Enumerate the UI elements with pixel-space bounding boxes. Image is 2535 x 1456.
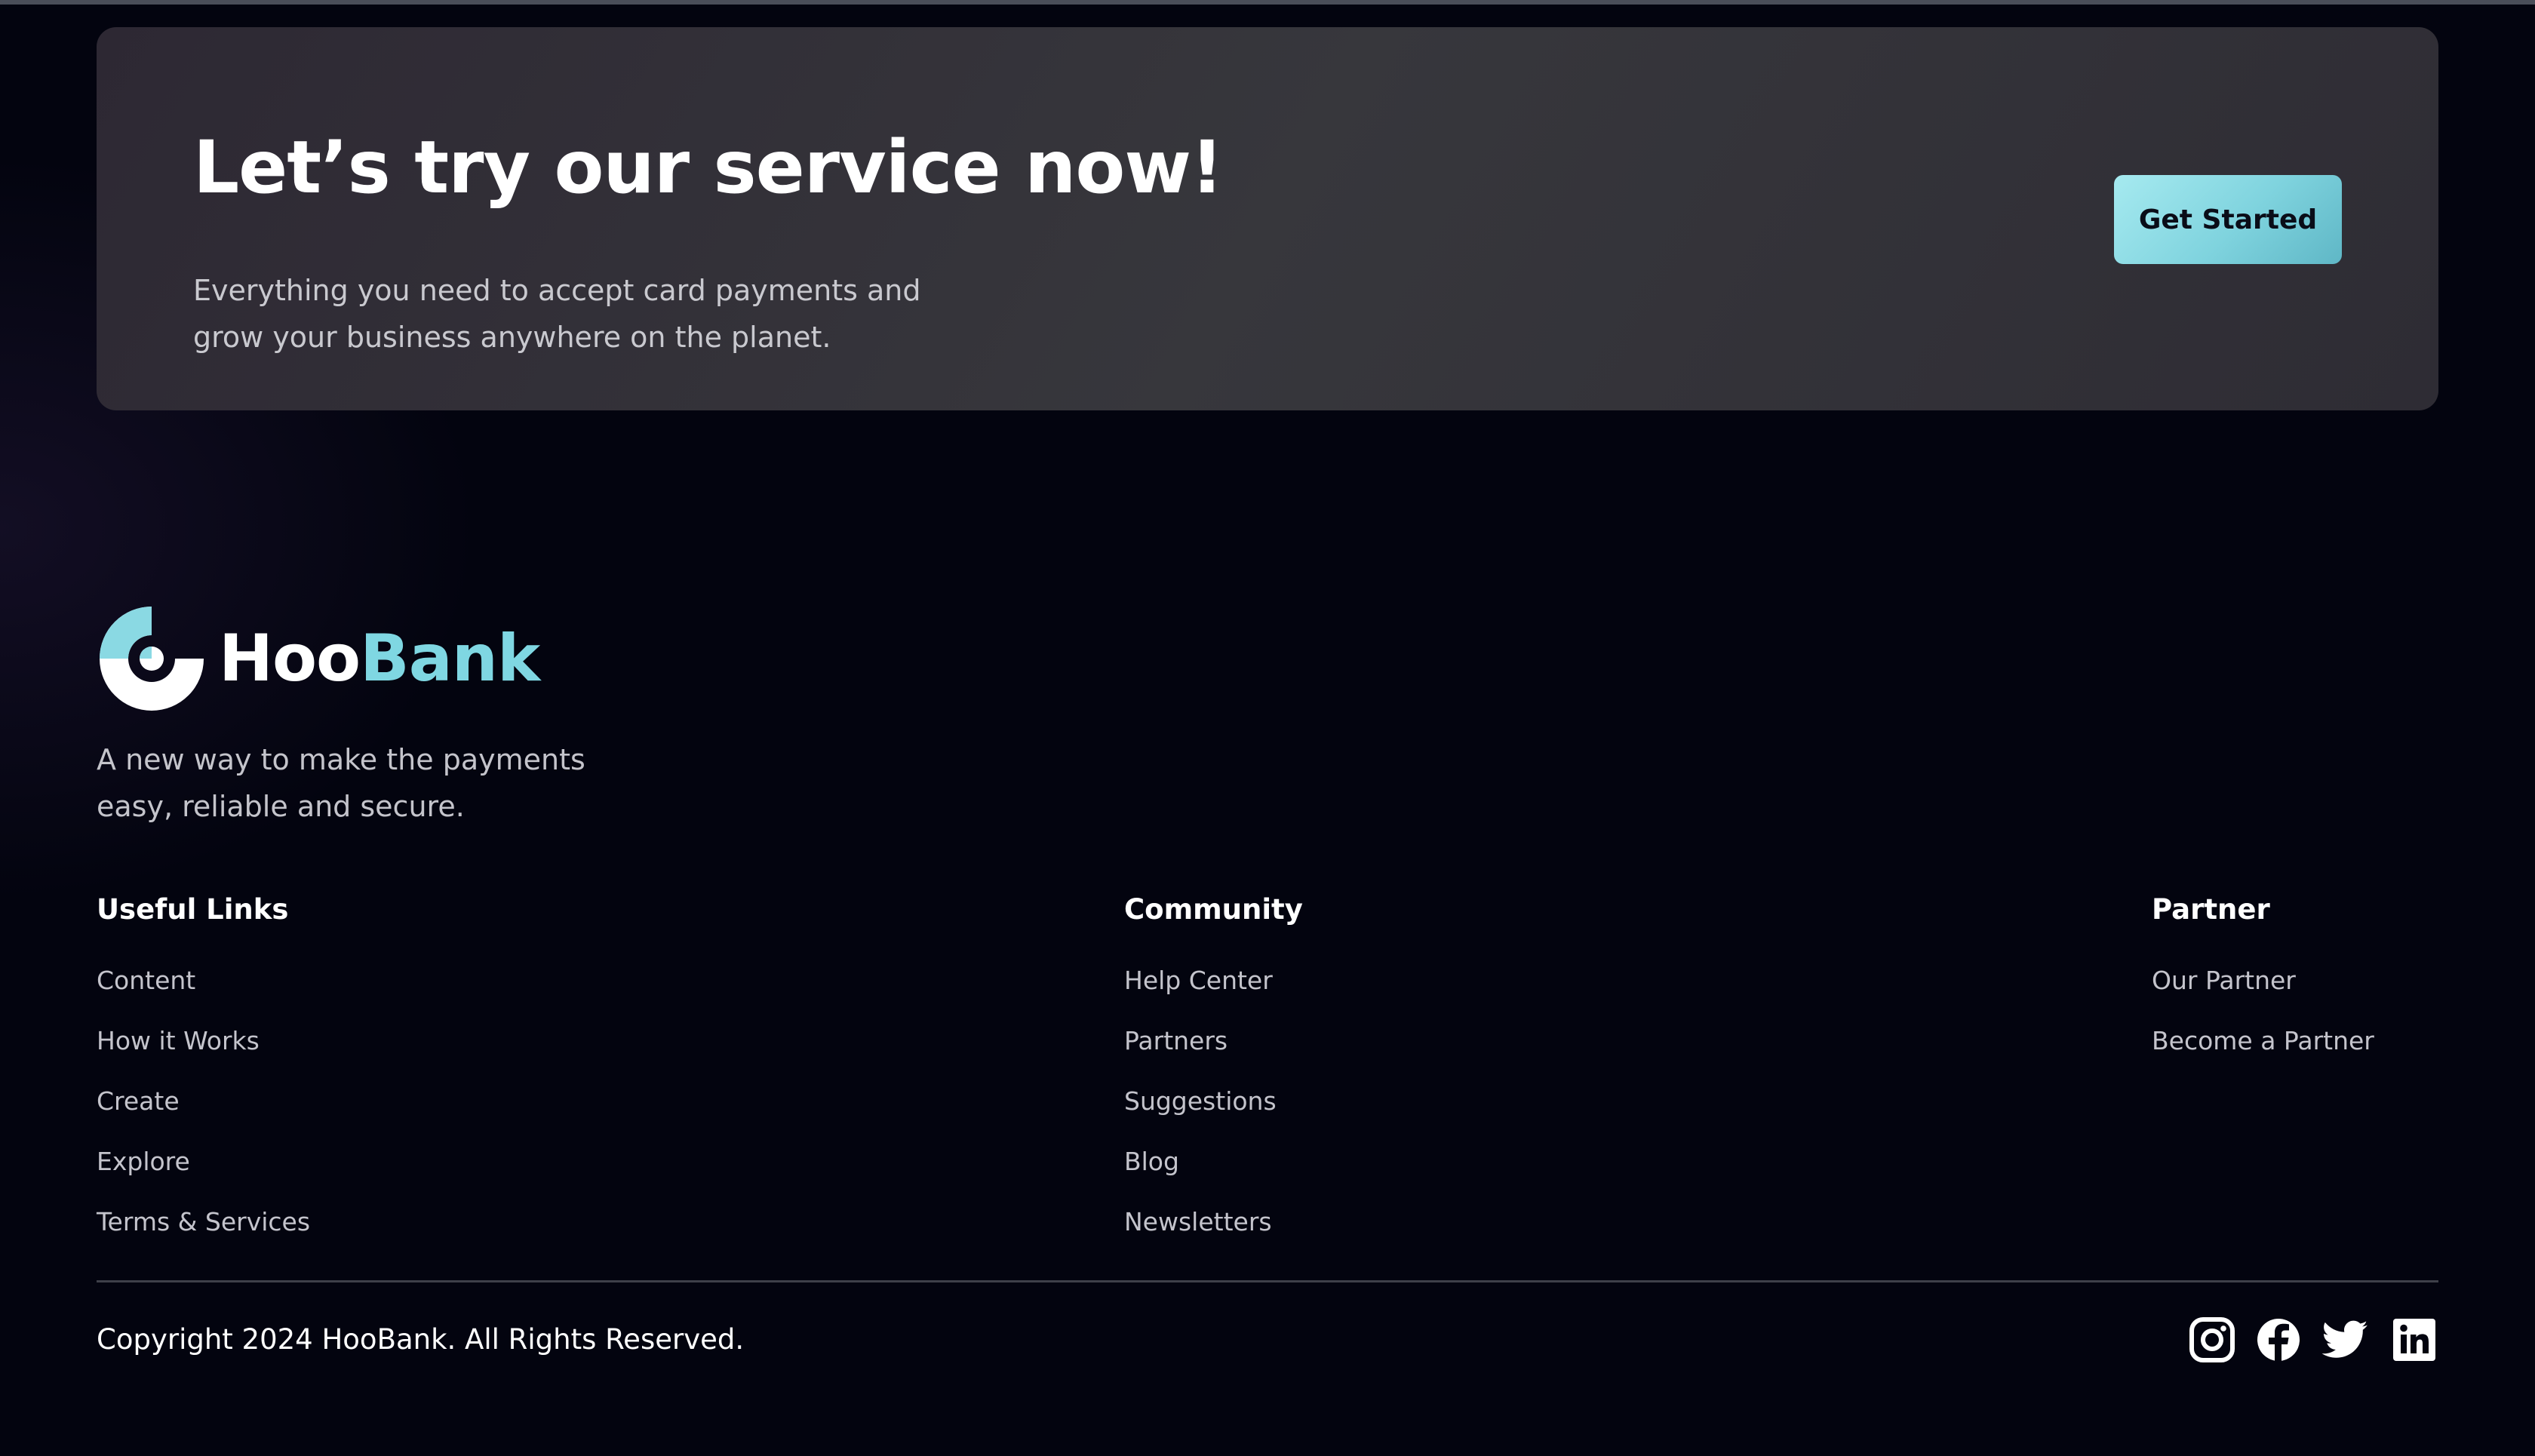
footer-column-community: Community Help Center Partners Suggestio… (1124, 890, 1303, 1267)
twitter-link[interactable] (2321, 1316, 2369, 1364)
column-heading: Partner (2152, 893, 2270, 926)
footer-link-terms[interactable]: Terms & Services (97, 1207, 310, 1267)
brand-tagline: A new way to make the payments easy, rel… (97, 736, 640, 830)
footer-link-partners[interactable]: Partners (1124, 1026, 1303, 1086)
footer-link-become-partner[interactable]: Become a Partner (2152, 1026, 2374, 1086)
linkedin-link[interactable] (2390, 1316, 2438, 1364)
footer-link-content[interactable]: Content (97, 966, 310, 1026)
facebook-link[interactable] (2254, 1316, 2303, 1364)
cta-card: Let’s try our service now! Everything yo… (97, 27, 2438, 410)
get-started-button[interactable]: Get Started (2114, 175, 2342, 264)
cta-title: Let’s try our service now! (193, 125, 1224, 210)
linkedin-icon (2393, 1319, 2435, 1361)
link-list: Our Partner Become a Partner (2152, 966, 2374, 1086)
link-list: Content How it Works Create Explore Term… (97, 966, 310, 1267)
instagram-icon (2189, 1317, 2235, 1362)
copyright-text: Copyright 2024 HooBank. All Rights Reser… (97, 1323, 745, 1356)
tagline-line2: easy, reliable and secure. (97, 790, 465, 823)
brand-logo-link[interactable]: HooBank (97, 604, 540, 714)
link-list: Help Center Partners Suggestions Blog Ne… (1124, 966, 1303, 1267)
footer-column-partner: Partner Our Partner Become a Partner (2152, 890, 2374, 1086)
column-heading: Community (1124, 893, 1303, 926)
footer-link-newsletters[interactable]: Newsletters (1124, 1207, 1303, 1267)
footer-link-our-partner[interactable]: Our Partner (2152, 966, 2374, 1026)
instagram-link[interactable] (2188, 1316, 2236, 1364)
footer-column-useful-links: Useful Links Content How it Works Create… (97, 890, 310, 1267)
top-border (0, 0, 2535, 5)
footer-link-explore[interactable]: Explore (97, 1147, 310, 1207)
tagline-line1: A new way to make the payments (97, 743, 585, 776)
brand-name-part2: Bank (360, 621, 540, 696)
page: Let’s try our service now! Everything yo… (0, 0, 2535, 1456)
cta-description: Everything you need to accept card payme… (193, 267, 933, 361)
brand-name-part1: Hoo (219, 621, 361, 696)
twitter-icon (2321, 1320, 2368, 1358)
column-heading: Useful Links (97, 893, 289, 926)
footer-link-how-it-works[interactable]: How it Works (97, 1026, 310, 1086)
footer-divider (97, 1280, 2438, 1282)
footer-link-blog[interactable]: Blog (1124, 1147, 1303, 1207)
cta-description-line1: Everything you need to accept card payme… (193, 274, 921, 307)
footer-link-help-center[interactable]: Help Center (1124, 966, 1303, 1026)
cta-description-line2: grow your business anywhere on the plane… (193, 321, 831, 354)
footer-link-create[interactable]: Create (97, 1086, 310, 1147)
footer-link-suggestions[interactable]: Suggestions (1124, 1086, 1303, 1147)
facebook-icon (2257, 1319, 2300, 1361)
brand-name: HooBank (219, 621, 540, 696)
hoobank-logo-icon (100, 607, 204, 711)
